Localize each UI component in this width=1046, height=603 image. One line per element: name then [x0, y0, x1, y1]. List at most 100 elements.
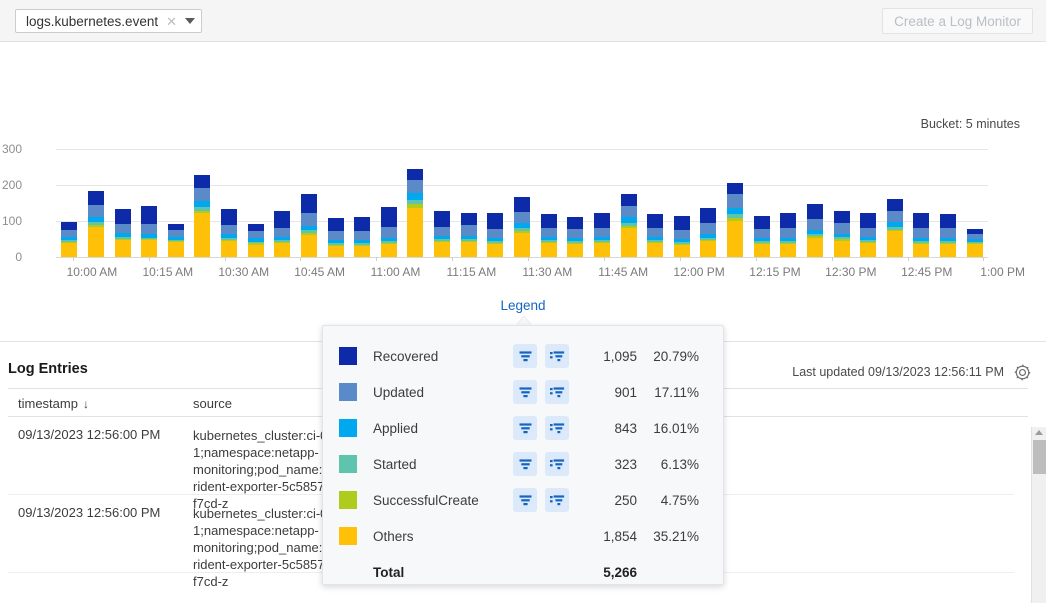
- chart-bar-segment[interactable]: [461, 242, 477, 257]
- chart-bar[interactable]: [834, 211, 850, 257]
- chart-bar-segment[interactable]: [381, 207, 397, 226]
- chart-bar-segment[interactable]: [834, 211, 850, 224]
- chart-bar-segment[interactable]: [887, 211, 903, 222]
- chart-bar-segment[interactable]: [834, 223, 850, 233]
- chart-bar-segment[interactable]: [168, 230, 184, 237]
- scrollbar-thumb[interactable]: [1033, 440, 1046, 474]
- chart-bar-segment[interactable]: [860, 228, 876, 237]
- chart-bar-segment[interactable]: [301, 194, 317, 213]
- chart-bar-segment[interactable]: [567, 244, 583, 257]
- chart-bar[interactable]: [567, 217, 583, 257]
- chart-bar[interactable]: [61, 222, 77, 257]
- chart-bar-segment[interactable]: [754, 244, 770, 257]
- chart-bar-segment[interactable]: [301, 213, 317, 226]
- chart-bar[interactable]: [754, 216, 770, 257]
- chart-bar-segment[interactable]: [248, 245, 264, 257]
- chart-bar-segment[interactable]: [487, 244, 503, 257]
- filter-out-icon[interactable]: [545, 344, 569, 368]
- chart-bar-segment[interactable]: [194, 213, 210, 257]
- gear-icon[interactable]: [1013, 363, 1032, 382]
- chart-bar-segment[interactable]: [647, 228, 663, 238]
- legend-row[interactable]: Started 3236.13%: [323, 446, 723, 482]
- chart-bar-segment[interactable]: [674, 216, 690, 229]
- chart-bar-segment[interactable]: [328, 218, 344, 232]
- chart-bar-segment[interactable]: [887, 231, 903, 257]
- filter-in-icon[interactable]: [513, 488, 537, 512]
- chart-bar[interactable]: [727, 183, 743, 257]
- legend-popup[interactable]: Recovered 1,09520.79%Updated 90117.11%Ap…: [322, 325, 724, 585]
- chart-bar-segment[interactable]: [61, 222, 77, 230]
- chart-bar-segment[interactable]: [541, 228, 557, 237]
- chart-bar[interactable]: [887, 199, 903, 257]
- chart-bar-segment[interactable]: [860, 213, 876, 228]
- chart-bar[interactable]: [621, 194, 637, 257]
- chart-bar-segment[interactable]: [621, 228, 637, 257]
- chart-bar-segment[interactable]: [674, 245, 690, 257]
- chart-bar-segment[interactable]: [913, 228, 929, 237]
- chart-bar-segment[interactable]: [487, 229, 503, 239]
- chart-bar[interactable]: [674, 216, 690, 257]
- chart-bar-segment[interactable]: [221, 225, 237, 234]
- stacked-bar-chart[interactable]: 010020030010:00 AM10:15 AM10:30 AM10:45 …: [56, 149, 988, 257]
- chart-bar-segment[interactable]: [274, 211, 290, 228]
- chart-bar-segment[interactable]: [594, 228, 610, 237]
- chart-bar[interactable]: [168, 224, 184, 257]
- chart-bar-segment[interactable]: [407, 208, 423, 257]
- chart-bar-segment[interactable]: [567, 229, 583, 238]
- chart-bar[interactable]: [141, 206, 157, 257]
- chart-bar[interactable]: [301, 194, 317, 257]
- chart-bar-segment[interactable]: [61, 230, 77, 237]
- chart-bar-segment[interactable]: [913, 213, 929, 228]
- chart-bar-segment[interactable]: [274, 243, 290, 257]
- chart-bar-segment[interactable]: [594, 243, 610, 257]
- legend-row[interactable]: Recovered 1,09520.79%: [323, 338, 723, 374]
- chart-bar-segment[interactable]: [407, 193, 423, 200]
- chart-bar-segment[interactable]: [328, 246, 344, 257]
- chart-bar-segment[interactable]: [727, 194, 743, 207]
- chart-bar[interactable]: [221, 209, 237, 257]
- chart-bar-segment[interactable]: [807, 219, 823, 231]
- column-header-source[interactable]: source: [193, 396, 232, 411]
- chart-bar-segment[interactable]: [887, 199, 903, 211]
- chart-bar-segment[interactable]: [354, 246, 370, 257]
- chevron-down-icon[interactable]: [185, 18, 195, 24]
- chart-bar-segment[interactable]: [754, 216, 770, 229]
- chart-bar-segment[interactable]: [700, 223, 716, 234]
- chart-bar[interactable]: [700, 208, 716, 257]
- chart-bar-segment[interactable]: [834, 241, 850, 257]
- chart-bar[interactable]: [487, 213, 503, 257]
- chart-bar-segment[interactable]: [461, 213, 477, 225]
- chart-bar-segment[interactable]: [88, 191, 104, 205]
- chart-bar-segment[interactable]: [541, 243, 557, 257]
- chart-bar-segment[interactable]: [141, 240, 157, 257]
- chart-bar-segment[interactable]: [567, 217, 583, 229]
- legend-link[interactable]: Legend: [0, 298, 1046, 313]
- chart-bar-segment[interactable]: [594, 213, 610, 228]
- legend-row[interactable]: Others1,85435.21%: [323, 518, 723, 554]
- chart-bar[interactable]: [807, 204, 823, 257]
- chart-bar-segment[interactable]: [381, 244, 397, 257]
- chart-bar-segment[interactable]: [700, 241, 716, 257]
- chart-bar-segment[interactable]: [141, 206, 157, 225]
- chart-bar-segment[interactable]: [61, 243, 77, 257]
- chart-bar-segment[interactable]: [727, 221, 743, 257]
- chart-bar-segment[interactable]: [727, 183, 743, 195]
- chart-bar-segment[interactable]: [248, 231, 264, 238]
- chart-bar-segment[interactable]: [700, 208, 716, 223]
- chart-bar[interactable]: [194, 175, 210, 257]
- chart-bar[interactable]: [274, 211, 290, 257]
- chart-bar[interactable]: [354, 217, 370, 257]
- chart-bar[interactable]: [647, 214, 663, 257]
- chart-bar-segment[interactable]: [88, 227, 104, 257]
- filter-in-icon[interactable]: [513, 416, 537, 440]
- chart-bar-segment[interactable]: [674, 230, 690, 239]
- chart-bar[interactable]: [967, 229, 983, 257]
- chart-bar[interactable]: [780, 213, 796, 257]
- chart-bar-segment[interactable]: [168, 242, 184, 257]
- filter-out-icon[interactable]: [545, 380, 569, 404]
- chart-bar-segment[interactable]: [647, 214, 663, 228]
- chart-bar[interactable]: [940, 214, 956, 257]
- chart-bar-segment[interactable]: [194, 188, 210, 201]
- chart-bar-segment[interactable]: [194, 175, 210, 187]
- chart-bar[interactable]: [860, 213, 876, 257]
